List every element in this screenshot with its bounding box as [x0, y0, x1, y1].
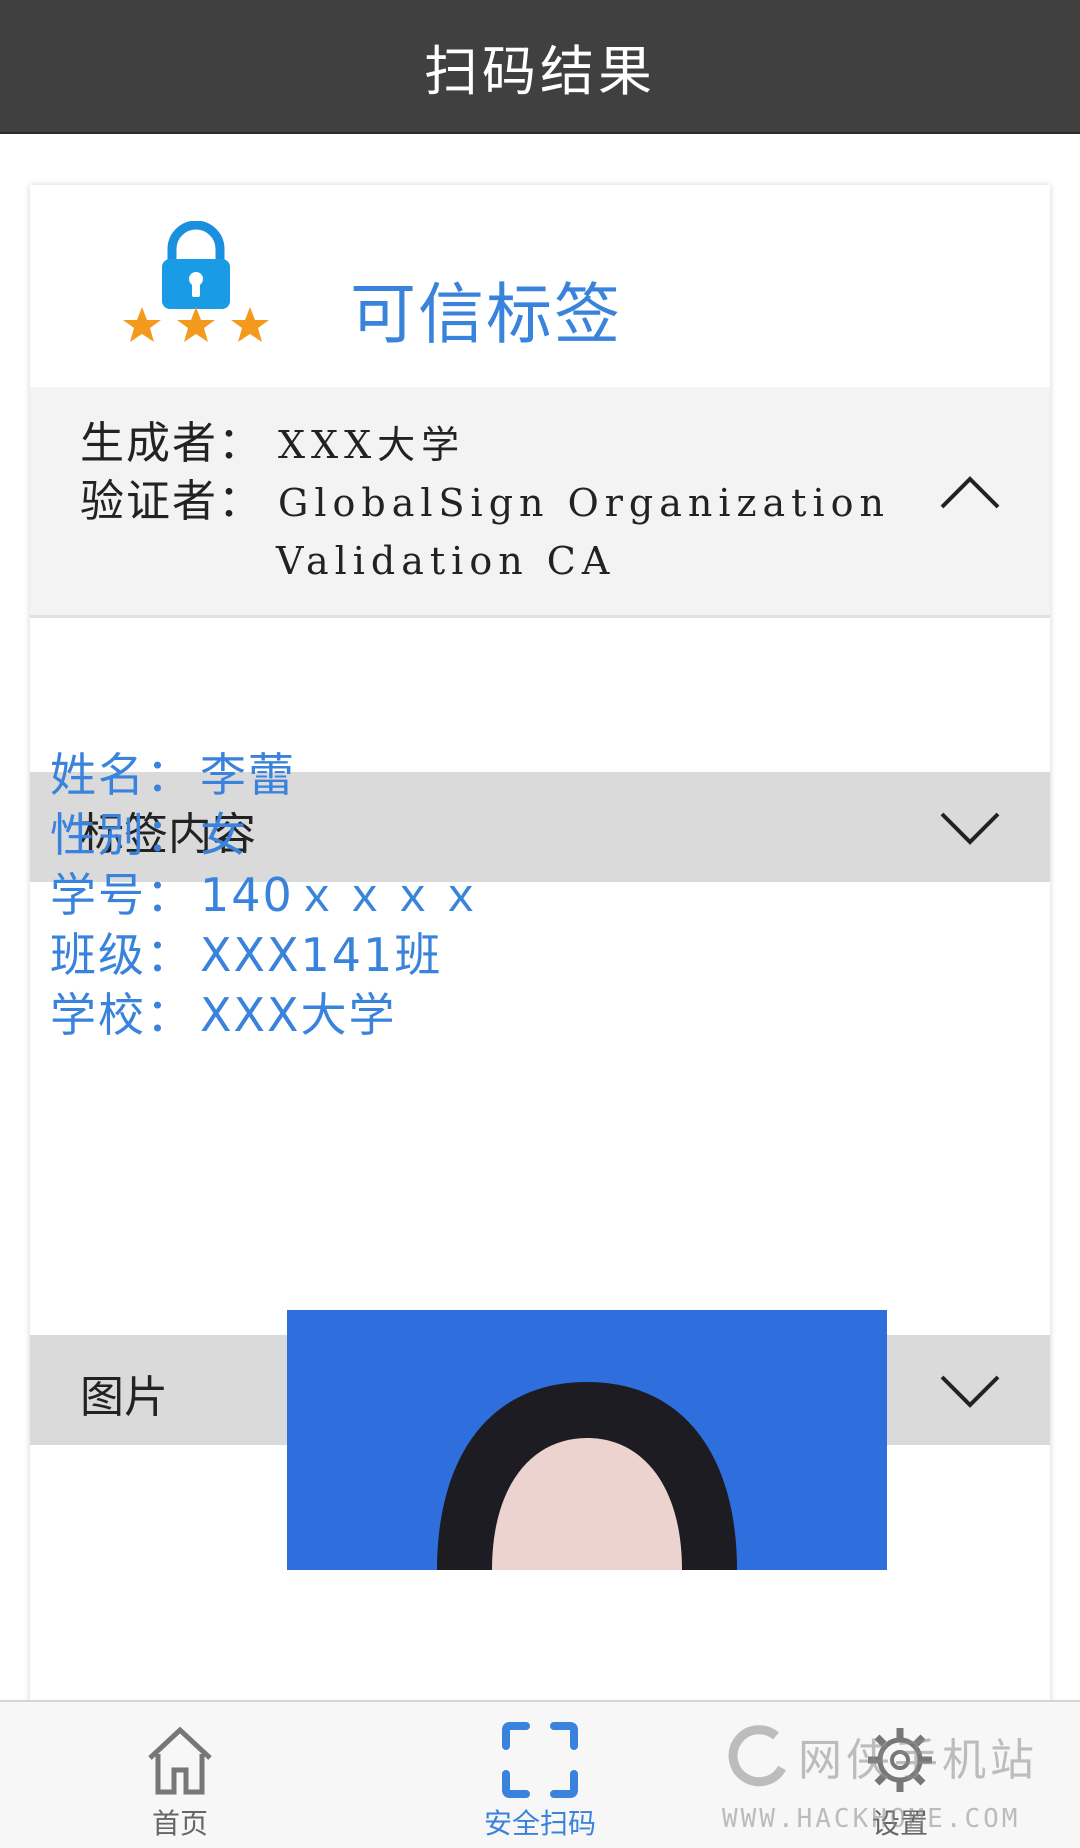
scan-frame-icon	[502, 1722, 578, 1798]
tab-secure-scan-label: 安全扫码	[483, 1807, 596, 1840]
lock-with-three-stars-icon	[123, 221, 269, 342]
info-value: 140ｘｘｘｘ	[200, 868, 486, 922]
info-row-gender: 性别：女	[50, 805, 486, 865]
info-row-name: 姓名： 李蕾	[50, 745, 486, 805]
info-key: 班级：	[50, 928, 194, 982]
tab-home[interactable]: 首页	[80, 1702, 280, 1848]
tab-home-label: 首页	[151, 1807, 208, 1840]
top-app-bar: 扫码结果	[0, 0, 1080, 134]
info-row-school: 学校： XXX大学	[50, 985, 486, 1045]
info-value: 李蕾	[200, 748, 296, 802]
chevron-down-icon[interactable]	[938, 810, 1002, 850]
tab-settings-label: 设置	[871, 1807, 928, 1840]
info-key: 学校：	[50, 988, 194, 1042]
signer-info-panel[interactable]: 生成者： XXX大学 验证者： GlobalSign Organization …	[30, 387, 1050, 618]
info-key: 性别：	[50, 808, 194, 862]
info-value: XXX大学	[200, 988, 397, 1042]
bottom-tab-bar: 首页 安全扫码 设置	[0, 1700, 1080, 1848]
picture-section-title: 图片	[80, 1372, 168, 1423]
verifier-value-line1: GlobalSign Organization	[278, 481, 890, 525]
tab-secure-scan[interactable]: 安全扫码	[440, 1702, 640, 1848]
info-value: 女	[200, 808, 248, 862]
verifier-label: 验证者：	[80, 476, 264, 527]
info-row-student-id: 学号： 140ｘｘｘｘ	[50, 865, 486, 925]
trust-badge-row: 可信标签	[30, 185, 1050, 387]
info-row-class: 班级： XXX141班	[50, 925, 486, 985]
creator-value: XXX大学	[278, 423, 466, 467]
creator-label: 生成者：	[80, 418, 264, 469]
tab-settings[interactable]: 设置	[800, 1702, 1000, 1848]
trusted-label-title: 可信标签	[350, 276, 622, 353]
info-value: XXX141班	[200, 928, 443, 982]
info-key: 姓名：	[50, 748, 194, 802]
chevron-down-icon[interactable]	[938, 1373, 1002, 1413]
verifier-row: 验证者： GlobalSign Organization	[80, 465, 890, 529]
chevron-up-icon[interactable]	[938, 471, 1002, 511]
info-key: 学号：	[50, 868, 194, 922]
home-icon	[148, 1726, 212, 1795]
id-photo	[287, 1310, 887, 1570]
label-content-list: 姓名： 李蕾 性别：女 学号： 140ｘｘｘｘ 班级： XXX141班 学校： XXX大…	[50, 745, 486, 1045]
creator-row: 生成者： XXX大学	[80, 407, 465, 471]
verifier-value-line2: Validation CA	[276, 539, 616, 583]
page-title: 扫码结果	[424, 39, 656, 103]
portrait-image	[287, 1310, 887, 1570]
gear-icon	[868, 1728, 932, 1792]
